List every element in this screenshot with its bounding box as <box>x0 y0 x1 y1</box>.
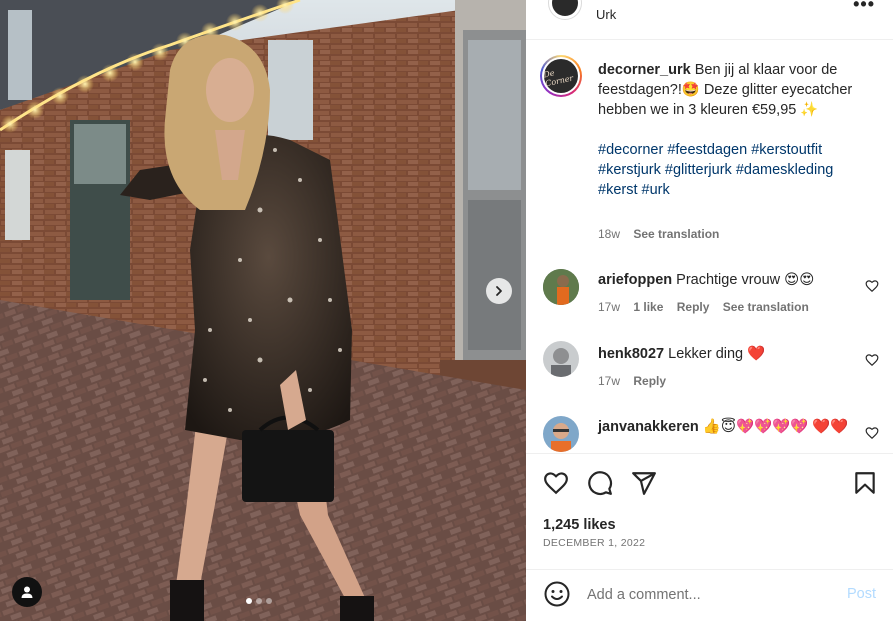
post-actions: 1,245 likes DECEMBER 1, 2022 <box>526 453 893 569</box>
comment-username[interactable]: henk8027 <box>598 346 664 362</box>
hashtag-link[interactable]: #feestdagen <box>667 142 747 158</box>
carousel-dot <box>256 598 262 604</box>
hashtag-link[interactable]: #decorner <box>598 142 663 158</box>
comment-username[interactable]: janvanakkeren <box>598 419 699 435</box>
comment-likes[interactable]: 1 like <box>633 300 663 314</box>
post-comment-button[interactable]: Post <box>847 586 876 602</box>
carousel-dot <box>266 598 272 604</box>
caption: decorner_urk Ben jij al klaar voor de fe… <box>598 60 868 200</box>
chevron-right-icon <box>496 286 502 296</box>
commenter-avatar[interactable] <box>543 416 579 452</box>
likes-count[interactable]: 1,245 likes <box>543 517 616 533</box>
post-details-panel: Urk ••• De Corner decorner_urk Ben jij a… <box>526 0 893 621</box>
tagged-users-button[interactable] <box>12 577 42 607</box>
hashtag-link[interactable]: #urk <box>642 182 670 198</box>
comment-username[interactable]: ariefoppen <box>598 272 672 288</box>
comment-icon[interactable] <box>587 470 613 496</box>
see-translation-link[interactable]: See translation <box>723 300 809 314</box>
comment-age[interactable]: 17w <box>598 374 620 388</box>
hashtag-link[interactable]: #kerst <box>598 182 638 198</box>
commenter-avatar[interactable] <box>543 269 579 305</box>
comment-text: 👍😇💖💖💖💖 ❤️❤️ <box>698 419 849 435</box>
user-tag-icon <box>21 586 33 598</box>
post-header: Urk ••• <box>526 0 893 40</box>
reply-button[interactable]: Reply <box>633 374 666 388</box>
post-photo <box>0 0 526 621</box>
comment-meta: 17w Reply <box>598 374 676 388</box>
comment-like-icon[interactable] <box>865 279 879 293</box>
hashtag-link[interactable]: #kerstjurk <box>598 162 661 178</box>
comment-like-icon[interactable] <box>865 353 879 367</box>
hashtag-link[interactable]: #glitterjurk <box>665 162 732 178</box>
comment-age[interactable]: 17w <box>598 300 620 314</box>
hashtag-link[interactable]: #dameskleding <box>736 162 834 178</box>
comment-like-icon[interactable] <box>865 426 879 440</box>
emoji-icon[interactable] <box>543 580 571 608</box>
see-translation-link[interactable]: See translation <box>633 227 719 241</box>
carousel-dot <box>246 598 252 604</box>
comments-list[interactable]: De Corner decorner_urk Ben jij al klaar … <box>526 41 893 452</box>
caption-username[interactable]: decorner_urk <box>598 62 691 78</box>
caption-age[interactable]: 18w <box>598 227 620 241</box>
comment-meta: 17w 1 like Reply See translation <box>598 300 819 314</box>
post-location[interactable]: Urk <box>596 7 616 22</box>
comment-text: Prachtige vrouw 😍😍 <box>672 272 815 288</box>
carousel-indicator <box>246 598 272 604</box>
comment-text-block: henk8027 Lekker ding ❤️ <box>598 344 858 364</box>
heart-icon[interactable] <box>543 470 569 496</box>
comment-text-block: janvanakkeren 👍😇💖💖💖💖 ❤️❤️ <box>598 417 858 437</box>
reply-button[interactable]: Reply <box>677 300 710 314</box>
carousel-next-button[interactable] <box>486 278 512 304</box>
comment-input[interactable] <box>587 583 827 607</box>
add-comment-bar: Post <box>526 569 893 621</box>
post-media[interactable] <box>0 0 526 621</box>
share-icon[interactable] <box>631 470 657 496</box>
avatar[interactable] <box>548 0 582 20</box>
bookmark-icon[interactable] <box>852 470 878 496</box>
commenter-avatar[interactable] <box>543 341 579 377</box>
caption-meta: 18w See translation <box>598 227 719 241</box>
caption-hashtags: #decorner #feestdagen #kerstoutfit #kers… <box>598 142 833 198</box>
caption-avatar[interactable]: De Corner <box>540 55 582 97</box>
comment-text-block: ariefoppen Prachtige vrouw 😍😍 <box>598 270 858 290</box>
hashtag-link[interactable]: #kerstoutfit <box>751 142 822 158</box>
post-date: DECEMBER 1, 2022 <box>543 537 646 549</box>
comment-text: Lekker ding ❤️ <box>664 346 766 362</box>
more-options-button[interactable]: ••• <box>853 0 875 15</box>
avatar-logo: De Corner <box>542 68 575 89</box>
